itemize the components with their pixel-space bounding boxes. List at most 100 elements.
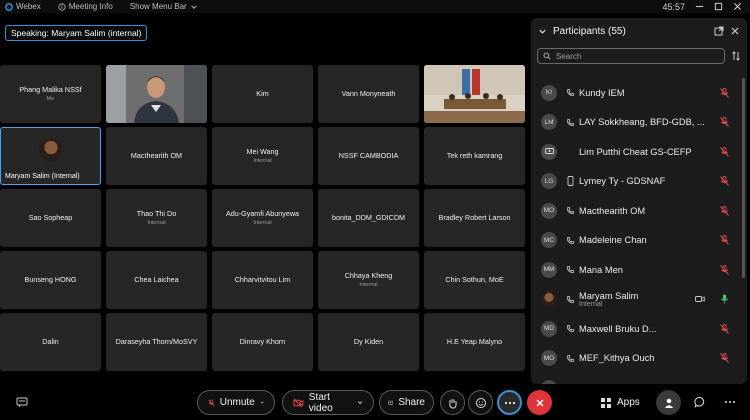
participant-row[interactable]: Lim Putthi Cheat GS-CEFP: [531, 137, 747, 167]
participant-tile[interactable]: Chharvitvitou Lim: [212, 251, 313, 309]
participant-name: Chea Laichea: [134, 274, 179, 284]
participant-row[interactable]: Mei Wang: [531, 373, 747, 384]
person-icon: [664, 398, 673, 408]
raise-hand-button[interactable]: [440, 390, 465, 415]
participant-name: Maryam Salim (Internal): [5, 173, 80, 180]
participant-search-input[interactable]: [556, 51, 696, 61]
participant-name: MEF_Kithya Ouch: [579, 353, 655, 364]
mic-muted-icon[interactable]: [720, 323, 729, 334]
mic-muted-icon[interactable]: [720, 146, 729, 157]
participant-tile[interactable]: Tek reth kamrang: [424, 127, 525, 185]
mic-muted-icon[interactable]: [720, 353, 729, 364]
participant-name: Dalin: [42, 336, 59, 346]
participant-subtitle: Internal: [253, 220, 272, 227]
reactions-button[interactable]: [468, 390, 493, 415]
participant-tile[interactable]: Dy Kiden: [318, 313, 419, 371]
participant-row[interactable]: MD Maxwell Bruku D...: [531, 314, 747, 344]
participant-tile[interactable]: Phang Malika NSSf Me: [0, 65, 101, 123]
participant-name: bonita_DDM_GDICDM: [331, 212, 406, 222]
mic-muted-icon[interactable]: [720, 205, 729, 216]
mic-muted-icon[interactable]: [720, 235, 729, 246]
participant-tile[interactable]: Macthearith OM: [106, 127, 207, 185]
participants-toggle-button[interactable]: [656, 390, 681, 415]
participant-row[interactable]: MC Madeleine Chan: [531, 226, 747, 256]
participant-text: Lymey Ty - GDSNAF: [579, 176, 665, 186]
share-button[interactable]: Share: [379, 390, 434, 415]
apps-grid-icon: [601, 397, 611, 408]
minimize-icon[interactable]: [695, 2, 704, 11]
mic-muted-icon[interactable]: [720, 117, 729, 128]
participant-tile[interactable]: Adu-Gyamfi Abunyewa Internal: [212, 189, 313, 247]
more-panels-button[interactable]: [720, 392, 740, 412]
participant-search-box[interactable]: [537, 48, 725, 64]
start-video-button[interactable]: Start video: [282, 390, 374, 415]
participant-tile[interactable]: Dalin: [0, 313, 101, 371]
participant-tile[interactable]: Mei Wang Internal: [212, 127, 313, 185]
phone-audio-icon: [566, 295, 574, 303]
mic-muted-icon[interactable]: [720, 87, 729, 98]
participant-tile[interactable]: Dinravy Khorn: [212, 313, 313, 371]
apps-button[interactable]: Apps: [596, 390, 648, 415]
participant-name: Lymey Ty - GDSNAF: [579, 176, 666, 187]
participant-row[interactable]: LM LAY Sokkheang, BFD-GDB, ...: [531, 108, 747, 138]
participant-tile[interactable]: Kim: [212, 65, 313, 123]
participant-list-scrollbar[interactable]: [742, 78, 745, 278]
chat-icon: [694, 397, 705, 408]
participant-tile[interactable]: Vann Monyneath: [318, 65, 419, 123]
more-options-button[interactable]: [497, 390, 522, 415]
participant-text: Kundy IEM: [579, 88, 624, 98]
chat-button[interactable]: [690, 392, 710, 412]
phone-audio-icon: [566, 207, 574, 215]
participant-tile[interactable]: Maryam Salim (Internal): [0, 127, 101, 185]
popout-icon[interactable]: [714, 26, 724, 36]
participant-name: Phang Malika NSSf: [19, 84, 82, 94]
sort-icon[interactable]: [731, 51, 741, 61]
participant-tile[interactable]: Chin Sothun, MoE: [424, 251, 525, 309]
participant-tile[interactable]: bonita_DDM_GDICDM: [318, 189, 419, 247]
phone-audio-icon: [566, 325, 574, 333]
search-icon: [543, 52, 551, 60]
captions-icon: [16, 397, 28, 407]
close-icon[interactable]: [733, 2, 742, 11]
participant-avatar: [38, 138, 63, 162]
participant-row[interactable]: MO Macthearith OM: [531, 196, 747, 226]
participant-tile[interactable]: Thao Thi Do Internal: [106, 189, 207, 247]
participant-tile[interactable]: Bunseng HONG: [0, 251, 101, 309]
participant-initials: MD: [541, 320, 557, 337]
participant-tile[interactable]: NSSF CAMBODIA: [318, 127, 419, 185]
emoji-icon: [475, 397, 486, 408]
participant-name: NSSF CAMBODIA: [338, 150, 399, 160]
share-screen-icon: [388, 400, 394, 405]
participant-row[interactable]: MM Mana Men: [531, 255, 747, 285]
unmute-button[interactable]: Unmute: [197, 390, 275, 415]
participant-row[interactable]: LG Lymey Ty - GDSNAF: [531, 167, 747, 197]
mic-active-icon[interactable]: [720, 294, 729, 304]
captions-button[interactable]: [12, 392, 32, 412]
meeting-info-button[interactable]: Meeting Info: [58, 2, 113, 11]
participant-tile[interactable]: Bradley Robert Larson: [424, 189, 525, 247]
mic-muted-icon[interactable]: [720, 176, 729, 187]
maximize-icon[interactable]: [714, 2, 723, 11]
participant-name: Chharvitvitou Lim: [234, 274, 291, 284]
participant-tile[interactable]: Chea Laichea: [106, 251, 207, 309]
collapse-chevron-icon[interactable]: [538, 27, 547, 36]
chevron-down-icon[interactable]: [260, 399, 264, 406]
participant-name: Kim: [256, 88, 269, 98]
participant-name: Daraseyha Thorn/MoSVY: [115, 336, 198, 346]
participant-row[interactable]: MO MEF_Kithya Ouch: [531, 344, 747, 374]
participant-search-row: [537, 48, 741, 64]
participant-row[interactable]: KI Kundy IEM: [531, 78, 747, 108]
leave-meeting-button[interactable]: [527, 390, 552, 415]
participant-tile[interactable]: H.E Yeap Malyno: [424, 313, 525, 371]
mic-muted-icon[interactable]: [720, 264, 729, 275]
show-menu-bar-button[interactable]: Show Menu Bar: [130, 2, 198, 11]
chevron-down-icon[interactable]: [357, 399, 363, 406]
close-panel-icon[interactable]: [730, 26, 740, 36]
participant-tile[interactable]: [106, 65, 207, 123]
participant-tile[interactable]: [424, 65, 525, 123]
participant-name: Tek reth kamrang: [446, 150, 503, 160]
participant-tile[interactable]: Sao Sopheap: [0, 189, 101, 247]
participant-row[interactable]: Maryam Salim Internal: [531, 285, 747, 315]
participant-tile[interactable]: Daraseyha Thorn/MoSVY: [106, 313, 207, 371]
participant-tile[interactable]: Chhaya Kheng Internal: [318, 251, 419, 309]
